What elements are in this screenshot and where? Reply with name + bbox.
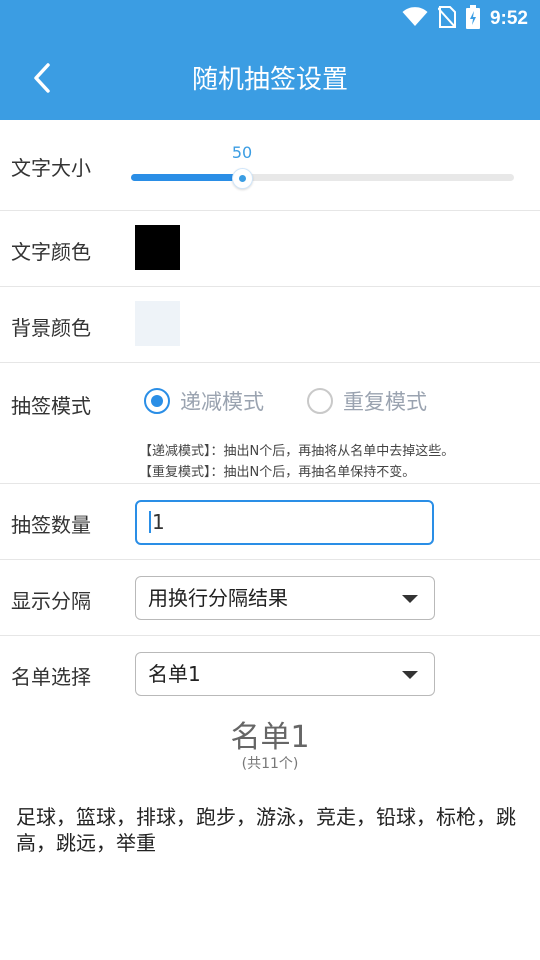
list-items: 足球，篮球，排球，跑步，游泳，竞走，铅球，标枪，跳高，跳远，举重: [16, 805, 516, 855]
separator-label: 显示分隔: [11, 589, 91, 613]
status-time: 9:52: [489, 8, 528, 29]
no-sim-icon: [437, 6, 457, 32]
draw-count-input[interactable]: 1: [135, 500, 434, 545]
radio-decreasing-mode[interactable]: 递减模式: [144, 386, 264, 416]
font-size-row: 文字大小: [0, 120, 540, 211]
text-caret: [149, 510, 151, 533]
text-color-label: 文字颜色: [11, 240, 91, 264]
mode-note-repeat: 【重复模式】：抽出N个后，再抽名单保持不变。: [139, 465, 416, 480]
list-count: (共11个): [241, 756, 299, 772]
slider-fill: [131, 174, 242, 181]
app-bar: 随机抽签设置: [0, 38, 540, 120]
dropdown-arrow-icon: [402, 671, 418, 679]
list-select-label: 名单选择: [11, 665, 91, 689]
draw-count-label: 抽签数量: [11, 513, 91, 537]
bg-color-swatch[interactable]: [135, 301, 180, 346]
text-color-swatch[interactable]: [135, 225, 180, 270]
font-size-label: 文字大小: [11, 156, 91, 180]
slider-thumb[interactable]: [232, 168, 253, 189]
draw-mode-label: 抽签模式: [11, 394, 91, 418]
dropdown-arrow-icon: [402, 595, 418, 603]
font-size-slider[interactable]: [131, 168, 514, 189]
bg-color-label: 背景颜色: [11, 316, 91, 340]
text-color-row: 文字颜色: [0, 211, 540, 287]
radio-repeat-mode[interactable]: 重复模式: [307, 386, 427, 416]
font-size-value: 50: [231, 143, 253, 162]
bg-color-row: 背景颜色: [0, 287, 540, 363]
status-bar: 9:52: [0, 0, 540, 38]
radio-decreasing-label: 递减模式: [180, 390, 264, 414]
radio-unchecked-icon: [307, 388, 333, 414]
mode-note-decreasing: 【递减模式】：抽出N个后，再抽将从名单中去掉这些。: [139, 444, 455, 459]
radio-repeat-label: 重复模式: [343, 390, 427, 414]
battery-charging-icon: [465, 5, 480, 33]
wifi-icon: [402, 7, 428, 31]
separator-select[interactable]: 用换行分隔结果: [135, 576, 435, 620]
list-name: 名单1: [230, 720, 310, 755]
radio-checked-icon: [144, 388, 170, 414]
list-selected: 名单1: [148, 662, 201, 686]
separator-selected: 用换行分隔结果: [148, 586, 288, 610]
draw-count-value: 1: [152, 510, 165, 534]
list-select[interactable]: 名单1: [135, 652, 435, 696]
page-title: 随机抽签设置: [191, 65, 348, 95]
